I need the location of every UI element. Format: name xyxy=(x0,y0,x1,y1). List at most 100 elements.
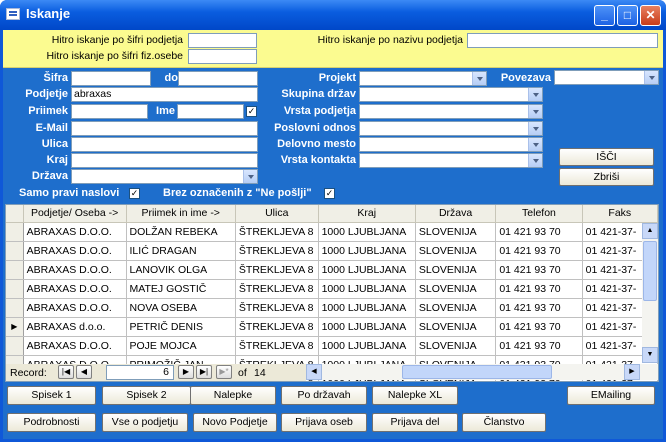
relation-combo[interactable] xyxy=(554,70,659,85)
table-row[interactable]: ABRAXAS D.O.O. LANOVIK OLGA ŠTREKLJEVA 8 10… xyxy=(6,260,658,280)
scroll-left-icon[interactable]: ◀ xyxy=(306,364,322,380)
table-cell[interactable]: MATEJ GOSTIČ xyxy=(126,279,236,299)
country-combo[interactable] xyxy=(71,169,258,184)
table-cell[interactable]: 1000 LJUBLJANA xyxy=(318,241,416,261)
table-cell[interactable]: ABRAXAS d.o.o. xyxy=(23,317,127,337)
table-row[interactable]: ▶ ABRAXAS d.o.o. PETRIČ DENIS ŠTREKLJEVA 81… xyxy=(6,317,658,337)
project-combo[interactable] xyxy=(359,71,487,86)
company-info-button[interactable]: Vse o podjetju xyxy=(102,413,188,432)
by-country-button[interactable]: Po državah xyxy=(281,386,367,405)
title-bar[interactable]: Iskanje _ □ ✕ xyxy=(0,0,666,30)
scroll-down-icon[interactable]: ▼ xyxy=(642,347,658,363)
table-cell[interactable]: ŠTREKLJEVA 8 xyxy=(235,222,319,242)
code-to-input[interactable] xyxy=(178,71,258,86)
table-cell[interactable]: 01 421 93 70 xyxy=(495,222,583,242)
new-record-icon[interactable]: ▶* xyxy=(216,365,232,379)
list1-button[interactable]: Spisek 1 xyxy=(7,386,96,405)
street-input[interactable] xyxy=(71,137,258,152)
job-position-combo[interactable] xyxy=(359,137,543,152)
table-cell[interactable]: 1000 LJUBLJANA xyxy=(318,279,416,299)
table-cell[interactable]: 01 421 93 70 xyxy=(495,279,583,299)
clear-button[interactable]: Zbriši xyxy=(559,168,654,186)
table-cell[interactable]: 01 421 93 70 xyxy=(495,336,583,356)
table-row[interactable]: ABRAXAS D.O.O. POJE MOJCA ŠTREKLJEVA 8 1000… xyxy=(6,336,658,356)
table-cell[interactable]: SLOVENIJA xyxy=(415,317,497,337)
city-input[interactable] xyxy=(71,153,258,168)
quick-company-code-input[interactable] xyxy=(188,33,257,48)
table-cell[interactable]: SLOVENIJA xyxy=(415,336,497,356)
row-selector[interactable]: ▶ xyxy=(6,317,24,337)
table-cell[interactable]: NOVA OSEBA xyxy=(126,298,236,318)
row-selector[interactable] xyxy=(6,336,24,356)
table-cell[interactable]: 1000 LJUBLJANA xyxy=(318,260,416,280)
close-button[interactable]: ✕ xyxy=(640,5,661,26)
business-relation-combo[interactable] xyxy=(359,121,543,136)
table-cell[interactable]: 1000 LJUBLJANA xyxy=(318,336,416,356)
col-person-header[interactable]: Priimek in ime -> xyxy=(126,205,236,223)
code-from-input[interactable] xyxy=(71,71,151,86)
table-cell[interactable]: ABRAXAS D.O.O. xyxy=(23,222,127,242)
table-cell[interactable]: SLOVENIJA xyxy=(415,279,497,299)
chevron-down-icon[interactable] xyxy=(528,154,542,167)
chevron-down-icon[interactable] xyxy=(528,122,542,135)
name-input[interactable] xyxy=(177,104,244,119)
table-cell[interactable]: 01 421 93 70 xyxy=(495,317,583,337)
scroll-thumb[interactable] xyxy=(643,241,657,301)
exclude-do-not-send-checkbox[interactable]: ✓ xyxy=(324,188,335,199)
maximize-button[interactable]: □ xyxy=(617,5,638,26)
table-cell[interactable]: SLOVENIJA xyxy=(415,260,497,280)
surname-input[interactable] xyxy=(71,104,148,119)
table-cell[interactable]: SLOVENIJA xyxy=(415,298,497,318)
col-company-header[interactable]: Podjetje/ Oseba -> xyxy=(23,205,127,223)
last-record-icon[interactable]: ▶| xyxy=(196,365,212,379)
contact-type-combo[interactable] xyxy=(359,153,543,168)
next-record-icon[interactable]: ▶ xyxy=(178,365,194,379)
previous-record-icon[interactable]: ◀ xyxy=(76,365,92,379)
email-input[interactable] xyxy=(71,121,258,136)
table-cell[interactable]: POJE MOJCA xyxy=(126,336,236,356)
row-selector[interactable] xyxy=(6,298,24,318)
table-cell[interactable]: DOLŽAN REBEKA xyxy=(126,222,236,242)
country-group-combo[interactable] xyxy=(359,87,543,102)
col-city-header[interactable]: Kraj xyxy=(318,205,416,223)
emailing-button[interactable]: EMailing xyxy=(567,386,655,405)
only-valid-addresses-checkbox[interactable]: ✓ xyxy=(129,188,140,199)
chevron-down-icon[interactable] xyxy=(528,138,542,151)
table-row[interactable]: ABRAXAS D.O.O. NOVA OSEBA ŠTREKLJEVA 8 1000… xyxy=(6,298,658,318)
chevron-down-icon[interactable] xyxy=(644,71,658,84)
table-row[interactable]: ABRAXAS D.O.O. MATEJ GOSTIČ ŠTREKLJEVA 8 10… xyxy=(6,279,658,299)
table-cell[interactable]: ABRAXAS D.O.O. xyxy=(23,336,127,356)
scroll-right-icon[interactable]: ▶ xyxy=(624,364,640,380)
col-street-header[interactable]: Ulica xyxy=(235,205,319,223)
company-input[interactable]: abraxas xyxy=(71,87,258,102)
row-selector[interactable] xyxy=(6,260,24,280)
table-cell[interactable]: ABRAXAS D.O.O. xyxy=(23,279,127,299)
table-cell[interactable]: ŠTREKLJEVA 8 xyxy=(235,336,319,356)
col-fax-header[interactable]: Faks xyxy=(582,205,658,223)
horizontal-scrollbar[interactable]: ◀ ▶ xyxy=(306,364,658,380)
quick-company-name-input[interactable] xyxy=(467,33,658,48)
table-cell[interactable]: 01 421 93 70 xyxy=(495,298,583,318)
register-persons-button[interactable]: Prijava oseb xyxy=(281,413,367,432)
table-cell[interactable]: 1000 LJUBLJANA xyxy=(318,317,416,337)
row-selector[interactable] xyxy=(6,222,24,242)
details-button[interactable]: Podrobnosti xyxy=(7,413,96,432)
col-phone-header[interactable]: Telefon xyxy=(495,205,583,223)
company-type-combo[interactable] xyxy=(359,104,543,119)
row-selector[interactable] xyxy=(6,279,24,299)
scroll-up-icon[interactable]: ▲ xyxy=(642,223,658,239)
vertical-scrollbar[interactable]: ▲ ▼ xyxy=(642,223,658,363)
table-cell[interactable]: ŠTREKLJEVA 8 xyxy=(235,317,319,337)
chevron-down-icon[interactable] xyxy=(243,170,257,183)
table-cell[interactable]: 01 421 93 70 xyxy=(495,260,583,280)
register-work-button[interactable]: Prijava del xyxy=(372,413,458,432)
row-selector-header[interactable] xyxy=(6,205,24,223)
chevron-down-icon[interactable] xyxy=(528,105,542,118)
table-cell[interactable]: LANOVIK OLGA xyxy=(126,260,236,280)
labels-xl-button[interactable]: Nalepke XL xyxy=(372,386,458,405)
table-row[interactable]: ABRAXAS D.O.O. DOLŽAN REBEKA ŠTREKLJEVA 81… xyxy=(6,222,658,242)
membership-button[interactable]: Članstvo xyxy=(462,413,546,432)
table-cell[interactable]: ABRAXAS D.O.O. xyxy=(23,298,127,318)
table-row[interactable]: ABRAXAS D.O.O. ILIĆ DRAGAN ŠTREKLJEVA 8 100… xyxy=(6,241,658,261)
table-cell[interactable]: SLOVENIJA xyxy=(415,241,497,261)
